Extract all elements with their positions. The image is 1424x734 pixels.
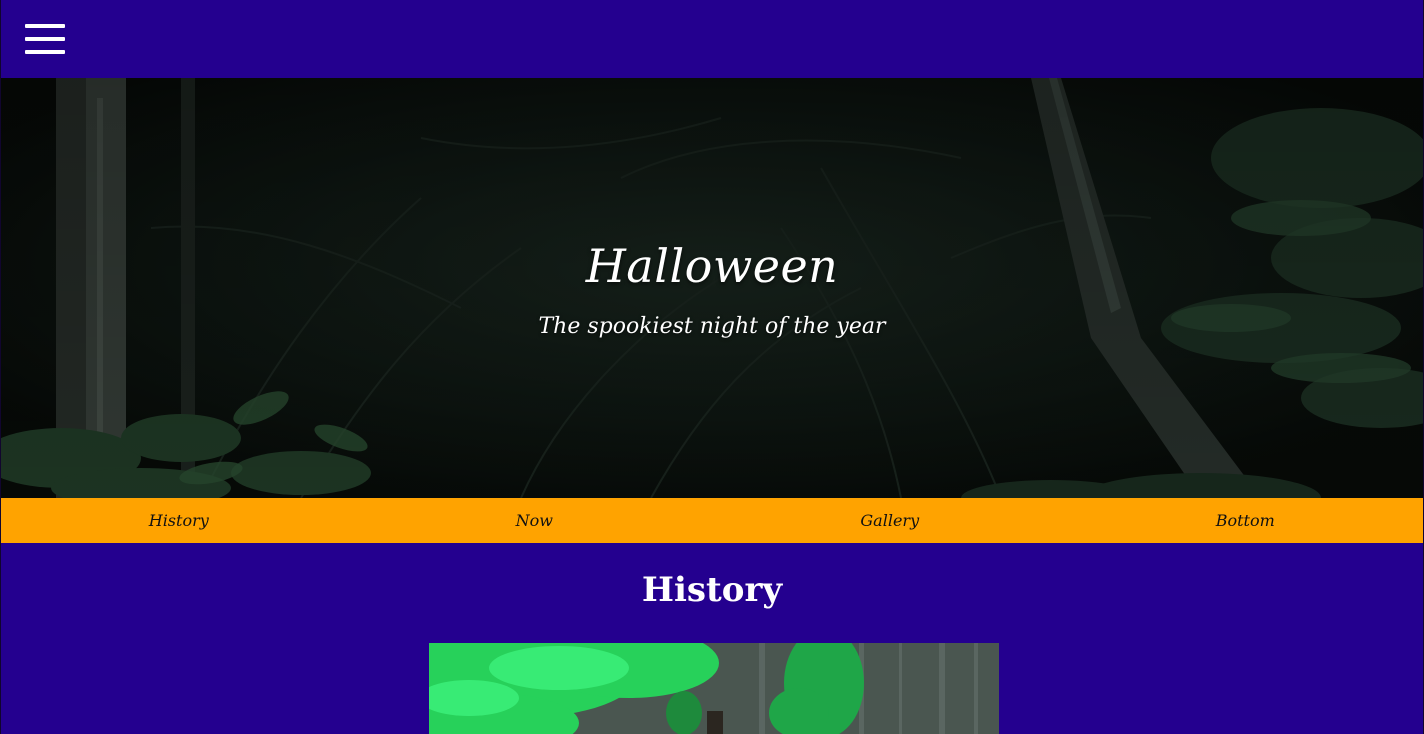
- history-heading: History: [641, 570, 783, 610]
- hero-title: Halloween: [585, 239, 839, 293]
- hamburger-line-middle: [25, 37, 65, 41]
- history-image-graphic: [429, 643, 999, 734]
- top-bar: [1, 0, 1423, 78]
- hamburger-line-top: [25, 24, 65, 28]
- nav-link-bottom[interactable]: Bottom: [1068, 498, 1424, 543]
- green-smoke-witch-image: [429, 643, 999, 734]
- page: Halloween The spookiest night of the yea…: [0, 0, 1424, 734]
- hamburger-line-bottom: [25, 50, 65, 54]
- hero-subtitle: The spookiest night of the year: [538, 314, 886, 339]
- nav-link-now[interactable]: Now: [357, 498, 713, 543]
- nav-link-gallery[interactable]: Gallery: [712, 498, 1068, 543]
- section-nav: History Now Gallery Bottom: [1, 498, 1423, 543]
- hamburger-menu-icon[interactable]: [25, 24, 65, 55]
- hero-banner: Halloween The spookiest night of the yea…: [1, 78, 1423, 498]
- nav-link-history[interactable]: History: [1, 498, 357, 543]
